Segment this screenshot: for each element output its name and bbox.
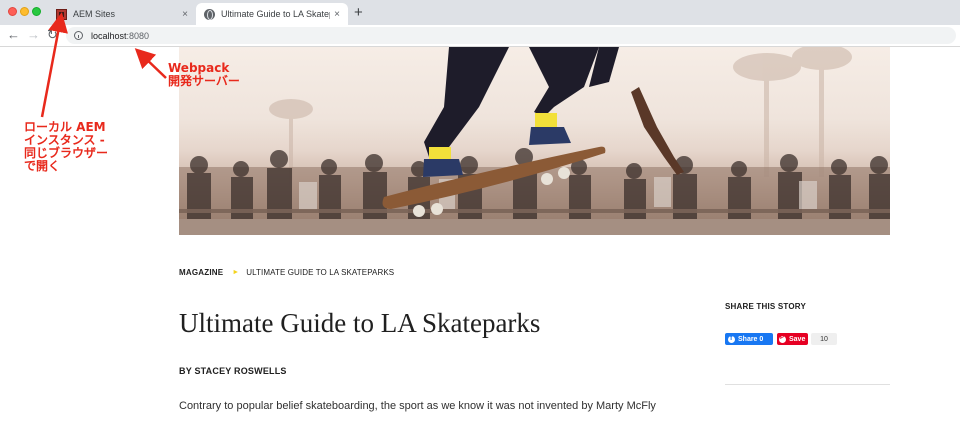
- annotation-arrow-url: [134, 48, 167, 79]
- annotation-arrows: [40, 12, 167, 118]
- annotation-arrow-aem-tab: [40, 12, 68, 118]
- annotation-local-aem: ローカル AEM インスタンス - 同じブラウザー で開く: [24, 120, 109, 173]
- annotation-webpack: Webpack 開発サーバー: [168, 61, 240, 88]
